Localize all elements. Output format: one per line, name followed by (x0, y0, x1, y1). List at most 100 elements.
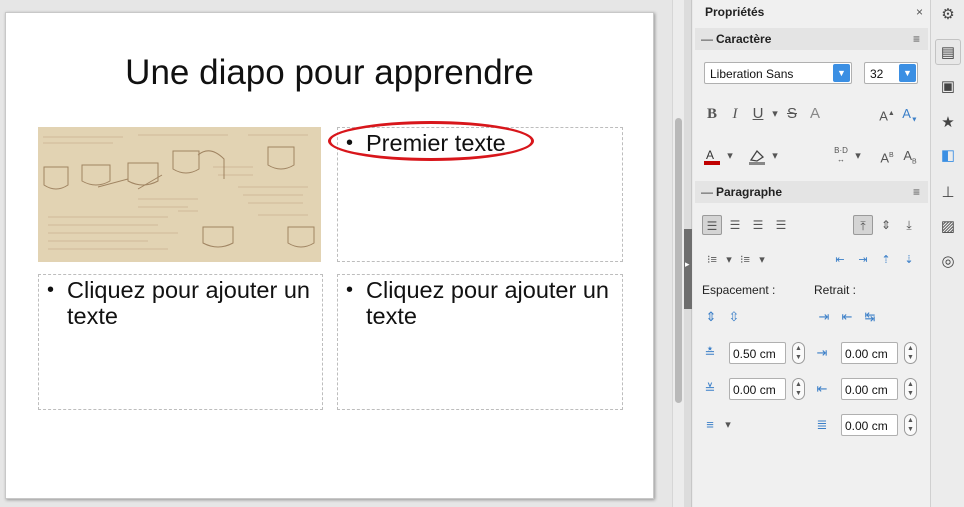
justify-button[interactable]: ☰ (771, 215, 791, 235)
slide-transition-deck-button[interactable]: ▣ (935, 74, 961, 100)
scrollbar-thumb[interactable] (675, 118, 682, 403)
character-spacing-icon: B·D ↔ (834, 146, 848, 164)
numbered-list-icon: ⁝≡ (740, 254, 750, 266)
below-spacing-icon: ≚ (704, 381, 716, 396)
font-color-dropdown-icon[interactable]: ▾ (720, 146, 740, 166)
chevron-down-icon[interactable]: ▼ (833, 64, 850, 82)
below-spacing-spinner[interactable]: ▲ ▼ (792, 378, 805, 400)
sliders-icon: ⚙ (941, 6, 955, 23)
grow-font-button[interactable]: A▲ (877, 104, 897, 124)
first-line-indent-spinner[interactable]: ▲ ▼ (904, 414, 917, 436)
after-indent-field[interactable]: 0.00 cm (841, 378, 898, 400)
styles-deck-button[interactable]: ⊥ (935, 180, 961, 206)
sidebar-collapse-bar[interactable]: ▸ (684, 0, 692, 507)
font-name-value: Liberation Sans (710, 67, 794, 81)
shadow-button[interactable]: A (805, 104, 825, 124)
leonardo-sketch-image[interactable] (38, 127, 321, 262)
collapse-handle[interactable]: ▸ (684, 229, 692, 309)
highlight-icon (749, 149, 765, 165)
subscript-icon: A (903, 148, 912, 163)
line-spacing-dropdown-icon[interactable]: ▾ (718, 415, 738, 435)
align-top-button[interactable]: ⤒ (853, 215, 873, 235)
bullet-list-icon: ⁝≡ (707, 254, 717, 266)
outline-promote-button[interactable]: ⇥ (853, 250, 873, 270)
collapse-icon[interactable]: — (701, 32, 713, 46)
properties-panel: Propriétés × — Caractère ≡ Liberation Sa… (693, 0, 930, 507)
bold-button[interactable]: B (702, 104, 722, 124)
move-up-button[interactable]: ⇡ (876, 250, 896, 270)
italic-button[interactable]: I (725, 104, 745, 124)
subscript-button[interactable]: AB (900, 146, 920, 166)
grow-font-icon: A (879, 108, 888, 124)
line-spacing-icon: ≡ (706, 417, 714, 432)
navigator-deck-button[interactable]: ◎ (935, 249, 961, 275)
star-icon: ★ (941, 114, 955, 131)
strikethrough-button[interactable]: S (782, 104, 802, 124)
outline-demote-button[interactable]: ⇤ (830, 250, 850, 270)
font-name-combo[interactable]: Liberation Sans ▼ (704, 62, 852, 84)
align-middle-button[interactable]: ⇕ (876, 215, 896, 235)
superscript-button[interactable]: AB (877, 146, 897, 166)
align-bottom-button[interactable]: ⤓ (899, 215, 919, 235)
decrease-spacing-button[interactable]: ⇳ (725, 308, 743, 326)
animation-deck-button[interactable]: ★ (935, 110, 961, 136)
above-spacing-field[interactable]: 0.50 cm (729, 342, 786, 364)
sidebar-settings-button[interactable]: ⚙ (935, 2, 961, 28)
numbered-list-dropdown-icon[interactable]: ▾ (752, 250, 772, 270)
menu-icon[interactable]: ≡ (913, 32, 920, 46)
above-spacing-spinner[interactable]: ▲ ▼ (792, 342, 805, 364)
collapse-icon[interactable]: — (701, 185, 713, 199)
chevron-down-icon[interactable]: ▼ (899, 64, 916, 82)
before-indent-field[interactable]: 0.00 cm (841, 342, 898, 364)
master-slides-icon: ◧ (940, 147, 956, 164)
vertical-scrollbar[interactable] (672, 0, 684, 507)
line-spacing-button[interactable]: ≡ (701, 416, 719, 434)
properties-deck-button[interactable]: ▤ (935, 39, 961, 65)
first-line-indent-field[interactable]: 0.00 cm (841, 414, 898, 436)
shrink-font-button[interactable]: A▼ (900, 104, 920, 124)
decrease-indent-button[interactable]: ⇤ (838, 308, 856, 326)
align-center-button[interactable]: ☰ (725, 215, 745, 235)
expand-arrow-icon: ▸ (685, 259, 690, 269)
font-size-value: 32 (870, 67, 884, 81)
content-placeholder-bottom-left[interactable]: • Cliquez pour ajouter un texte (38, 274, 323, 410)
panel-title: Propriétés (705, 5, 765, 19)
below-spacing-field[interactable]: 0.00 cm (729, 378, 786, 400)
align-right-button[interactable]: ☰ (748, 215, 768, 235)
compass-icon: ◎ (941, 253, 955, 270)
align-left-icon: ☰ (706, 219, 718, 233)
after-indent-icon: ⇤ (816, 381, 828, 396)
content-placeholder-bottom-right[interactable]: • Cliquez pour ajouter un texte (337, 274, 623, 410)
close-icon[interactable]: × (916, 5, 923, 19)
increase-spacing-button[interactable]: ⇕ (702, 308, 720, 326)
hanging-indent-button[interactable]: ↹ (861, 308, 879, 326)
slide-transition-icon: ▣ (940, 78, 956, 95)
font-size-combo[interactable]: 32 ▼ (864, 62, 918, 84)
shrink-font-icon: A (902, 106, 911, 121)
spacing-dropdown-icon[interactable]: ▾ (848, 146, 868, 166)
after-indent-spinner[interactable]: ▲ ▼ (904, 378, 917, 400)
decrease-spacing-icon: ⇳ (728, 309, 740, 324)
placeholder-text[interactable]: Cliquez pour ajouter un texte (366, 277, 616, 329)
slide-title[interactable]: Une diapo pour apprendre (6, 53, 653, 93)
menu-icon[interactable]: ≡ (913, 185, 920, 199)
highlight-button[interactable] (747, 146, 767, 166)
before-indent-spinner[interactable]: ▲ ▼ (904, 342, 917, 364)
font-color-button[interactable]: A (702, 146, 722, 166)
bullet-point: • (346, 279, 354, 301)
master-slides-deck-button[interactable]: ◧ (935, 143, 961, 169)
character-section-header[interactable]: — Caractère ≡ (695, 28, 928, 50)
increase-indent-button[interactable]: ⇥ (815, 308, 833, 326)
paragraph-section-header[interactable]: — Paragraphe ≡ (695, 181, 928, 203)
character-section-title: Caractère (716, 32, 772, 46)
demote-icon: ⇤ (835, 254, 845, 266)
svg-text:A: A (706, 148, 714, 162)
highlight-dropdown-icon[interactable]: ▾ (765, 146, 785, 166)
placeholder-text[interactable]: Cliquez pour ajouter un texte (67, 277, 316, 329)
paragraph-section-title: Paragraphe (716, 185, 783, 199)
align-left-button[interactable]: ☰ (702, 215, 722, 235)
move-down-button[interactable]: ⇣ (899, 250, 919, 270)
slide-canvas[interactable]: Une diapo pour apprendre • Premier texte… (5, 12, 654, 499)
red-highlight-ellipse (328, 121, 534, 161)
gallery-deck-button[interactable]: ▨ (935, 214, 961, 240)
